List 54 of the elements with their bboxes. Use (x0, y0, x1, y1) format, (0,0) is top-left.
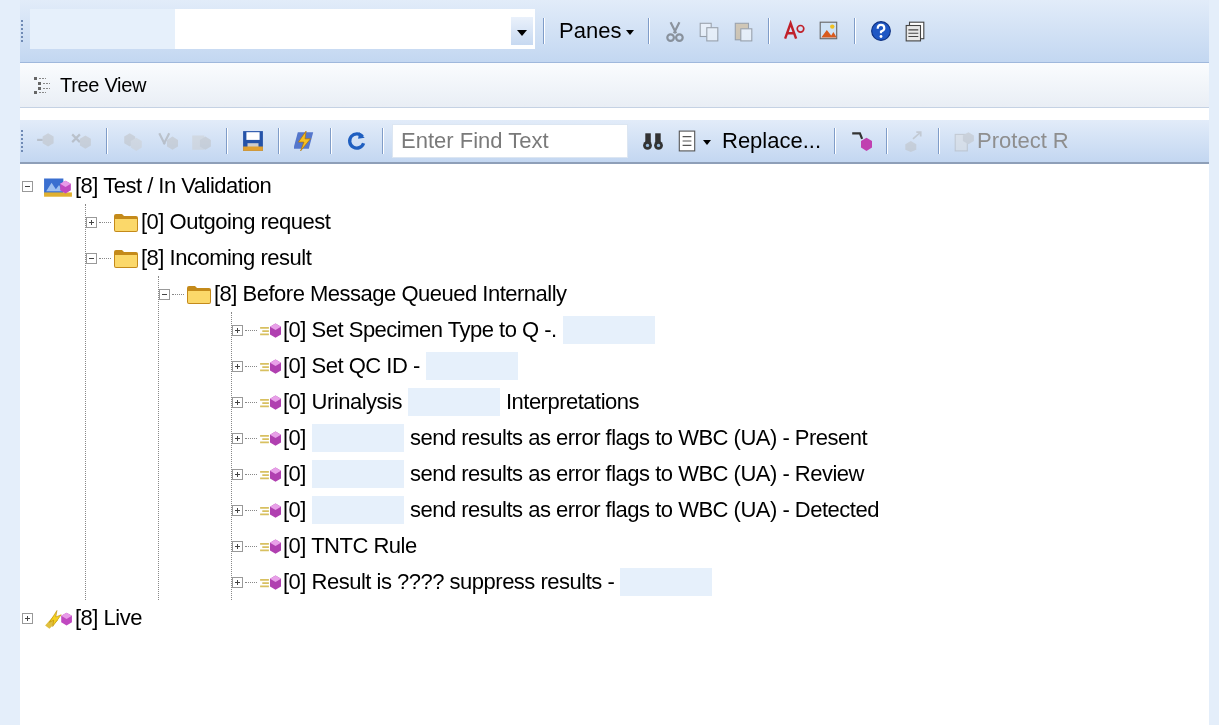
expand-toggle[interactable] (232, 396, 243, 408)
expand-toggle[interactable] (232, 432, 243, 444)
node-label[interactable]: send results as error flags to WBC (UA) - Detected (409, 497, 879, 523)
node-label[interactable]: [0] Set QC ID - (283, 353, 420, 379)
expand-toggle[interactable] (232, 468, 243, 480)
toolbar-button[interactable]: Replace... (720, 126, 824, 156)
node-label[interactable]: [0] Outgoing request (141, 209, 331, 235)
node-label[interactable]: [0] (283, 425, 306, 451)
node-label[interactable]: [0] Urinalysis (283, 389, 402, 415)
node-label[interactable]: [8] Incoming result (141, 245, 312, 271)
node-label[interactable]: send results as error flags to WBC (UA) - Review (409, 461, 864, 487)
cube-arrow-icon (902, 130, 925, 152)
node-label[interactable]: [0] (283, 497, 306, 523)
expand-toggle[interactable] (86, 216, 97, 228)
collapse-toggle[interactable] (86, 252, 97, 264)
expand-toggle[interactable] (232, 540, 243, 552)
folder-icon (186, 283, 212, 305)
node-label[interactable]: [8] Test / In Validation (75, 173, 272, 199)
copy-icon (698, 20, 721, 42)
node-label[interactable]: [0] Set Specimen Type to Q -. (283, 317, 557, 343)
refresh-icon (346, 130, 368, 152)
panes-menu[interactable]: Panes (556, 16, 638, 46)
node-label[interactable]: [0] (283, 461, 306, 487)
expand-toggle[interactable] (232, 324, 243, 336)
lightning-cube-icon (43, 607, 73, 629)
collapse-toggle[interactable] (159, 288, 170, 300)
paste-icon (732, 20, 755, 42)
folder-icon (113, 247, 139, 269)
cube-cut-icon (156, 130, 178, 152)
expand-toggle[interactable] (232, 576, 243, 588)
font-icon (784, 20, 807, 42)
node-label[interactable]: [0] TNTC Rule (283, 533, 417, 559)
find-field[interactable]: Enter Find Text (392, 124, 628, 158)
cube-copy-icon (122, 130, 144, 152)
document-icon (676, 130, 698, 152)
tree-view-icon (32, 75, 52, 95)
binoculars-icon (642, 130, 664, 152)
save-icon (242, 130, 264, 152)
folder-icon (113, 211, 139, 233)
collapse-toggle[interactable] (22, 180, 33, 192)
lightning-icon (294, 130, 316, 152)
expand-toggle[interactable] (232, 360, 243, 372)
expand-toggle[interactable] (232, 504, 243, 516)
node-label[interactable]: [8] Before Message Queued Internally (214, 281, 567, 307)
expand-toggle[interactable] (22, 612, 33, 624)
node-label[interactable]: Interpretations (505, 389, 640, 415)
properties-icon (904, 20, 927, 42)
help-icon (870, 20, 893, 42)
node-label[interactable]: [0] Result is ???? suppress results - (283, 569, 615, 595)
node-label[interactable]: send results as error flags to WBC (UA) - Present (409, 425, 868, 451)
cut-icon (664, 20, 687, 42)
node-label[interactable]: [8] Live (75, 605, 142, 631)
arrow-cube-icon (850, 130, 873, 152)
tree-view-tab[interactable]: Tree View (32, 73, 147, 97)
